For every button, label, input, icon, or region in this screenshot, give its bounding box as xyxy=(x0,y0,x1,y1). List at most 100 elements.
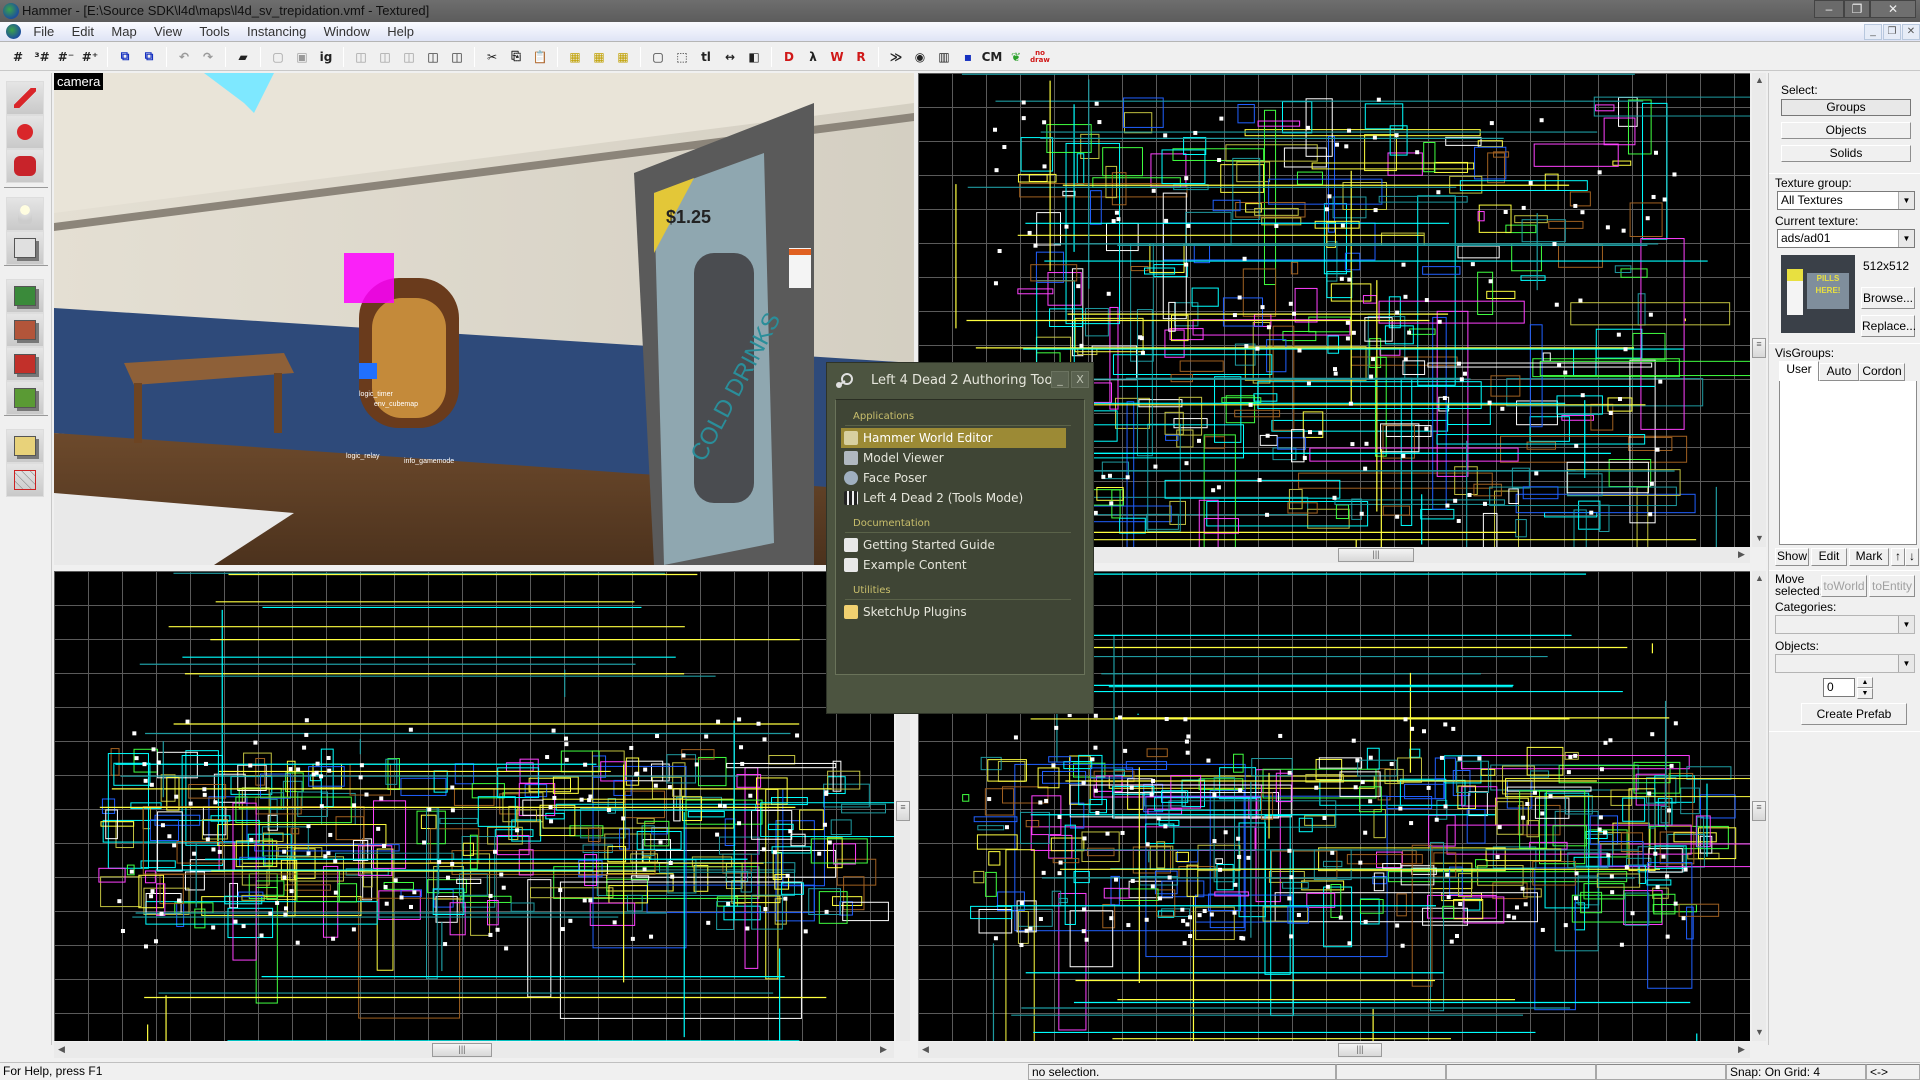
menu-help[interactable]: Help xyxy=(380,22,421,41)
redo-button[interactable]: ↷ xyxy=(197,46,219,68)
front-viewport-horizontal-scrollbar[interactable]: ◀ ||| ▶ xyxy=(54,1042,894,1058)
scroll-right-arrow[interactable]: ▶ xyxy=(1738,1044,1745,1055)
close-button[interactable]: ✕ xyxy=(1870,0,1916,18)
scroll-left-arrow[interactable]: ◀ xyxy=(922,1044,929,1055)
copy-button[interactable]: ⎘ xyxy=(505,46,527,68)
spin-up-button[interactable]: ▲ xyxy=(1857,677,1873,688)
scroll-right-arrow[interactable]: ▶ xyxy=(1738,549,1745,560)
ignore-groups-button[interactable]: ig xyxy=(315,46,337,68)
menu-map[interactable]: Map xyxy=(104,22,143,41)
visgroup-list[interactable] xyxy=(1779,381,1917,545)
scroll-thumb[interactable]: ≡ xyxy=(1752,801,1766,821)
apply-texture-tool-button[interactable] xyxy=(6,313,44,347)
menu-window[interactable]: Window xyxy=(317,22,377,41)
chevron-down-icon[interactable]: ▼ xyxy=(1898,230,1914,247)
tab-auto[interactable]: Auto xyxy=(1819,363,1859,381)
texture-preview[interactable]: PILLS HERE! xyxy=(1781,255,1855,333)
magnify-tool-button[interactable] xyxy=(6,115,44,149)
quick-hide-unselected-button[interactable]: ◫ xyxy=(374,46,396,68)
objects-dropdown[interactable]: ▼ xyxy=(1775,654,1915,673)
tab-user[interactable]: User xyxy=(1779,361,1819,381)
visgroup-show-button[interactable]: Show xyxy=(1775,548,1809,566)
scroll-thumb[interactable]: ≡ xyxy=(1752,338,1766,358)
grid-larger-button[interactable]: #⁺ xyxy=(79,46,101,68)
current-texture-dropdown[interactable]: ads/ad01 ▼ xyxy=(1777,229,1915,248)
scroll-up-arrow[interactable]: ▲ xyxy=(1755,573,1764,583)
cubemap-button[interactable]: ▥ xyxy=(933,46,955,68)
launcher-item[interactable]: Model Viewer xyxy=(841,448,1066,468)
move-down-button[interactable]: ↓ xyxy=(1905,548,1919,566)
show-ropes-button[interactable]: R xyxy=(850,46,872,68)
chevron-down-icon[interactable]: ▼ xyxy=(1898,655,1914,672)
menu-view[interactable]: View xyxy=(147,22,189,41)
select-solids-button[interactable]: Solids xyxy=(1781,145,1911,162)
texture-group-dropdown[interactable]: All Textures ▼ xyxy=(1777,191,1915,210)
hide-selected-button[interactable]: ▢ xyxy=(267,46,289,68)
nodraw-button[interactable]: no draw xyxy=(1029,46,1051,68)
carve-button[interactable]: ▰ xyxy=(232,46,254,68)
scroll-thumb[interactable]: ||| xyxy=(432,1043,492,1057)
sound-button[interactable]: ◉ xyxy=(909,46,931,68)
viewport-label-camera[interactable]: camera xyxy=(54,73,104,90)
tab-cordon[interactable]: Cordon xyxy=(1859,363,1905,381)
flip-button[interactable]: ↔ xyxy=(719,46,741,68)
paste-button[interactable]: 📋 xyxy=(529,46,551,68)
move-up-button[interactable]: ↑ xyxy=(1891,548,1905,566)
to-world-button[interactable]: toWorld xyxy=(1821,575,1867,597)
scroll-left-arrow[interactable]: ◀ xyxy=(58,1044,65,1055)
vertex-tool-button[interactable] xyxy=(6,463,44,497)
scroll-down-arrow[interactable]: ▼ xyxy=(1755,533,1764,543)
maximize-button[interactable]: ❐ xyxy=(1844,0,1870,18)
cut-button[interactable]: ✂ xyxy=(481,46,503,68)
front-2d-viewport[interactable] xyxy=(54,571,894,1041)
entity-tool-button[interactable] xyxy=(6,197,44,231)
select-objects-button[interactable]: Objects xyxy=(1781,122,1911,139)
mirror-button[interactable]: ◧ xyxy=(743,46,765,68)
launcher-item[interactable]: Example Content xyxy=(841,555,1066,575)
mdi-minimize-button[interactable]: _ xyxy=(1864,24,1882,40)
scroll-thumb[interactable]: ||| xyxy=(1338,1043,1382,1057)
selection-box-button[interactable]: ▢ xyxy=(647,46,669,68)
selection-tool-button[interactable] xyxy=(6,81,44,115)
menu-tools[interactable]: Tools xyxy=(192,22,236,41)
grid-toggle-button[interactable]: # xyxy=(7,46,29,68)
decal-tool-button[interactable] xyxy=(6,347,44,381)
replace-button[interactable]: Replace... xyxy=(1861,315,1916,337)
unhide-button[interactable]: ◫ xyxy=(398,46,420,68)
block-tool-button[interactable] xyxy=(6,231,44,265)
selection-handles-button[interactable]: ⬚ xyxy=(671,46,693,68)
select-groups-button[interactable]: Groups xyxy=(1781,99,1911,116)
overlay-tool-button[interactable] xyxy=(6,381,44,415)
chevron-down-icon[interactable]: ▼ xyxy=(1898,192,1914,209)
prefab-count-input[interactable]: 0 xyxy=(1823,678,1855,697)
launcher-item[interactable]: Hammer World Editor xyxy=(841,428,1066,448)
launcher-item[interactable]: SketchUp Plugins xyxy=(841,602,1066,622)
visgroup-mark-button[interactable]: Mark xyxy=(1849,548,1889,566)
launcher-item[interactable]: Left 4 Dead 2 (Tools Mode) xyxy=(841,488,1066,508)
show-helpers-button[interactable]: λ xyxy=(802,46,824,68)
light-button[interactable]: ▪ xyxy=(957,46,979,68)
texture-scale-lock-button[interactable]: ▦ xyxy=(588,46,610,68)
launcher-item[interactable]: Face Poser xyxy=(841,468,1066,488)
top-viewport-vertical-scrollbar[interactable]: ▲ ≡ ▼ xyxy=(1752,73,1766,547)
create-prefab-button[interactable]: Create Prefab xyxy=(1801,703,1907,725)
cordon-marker-button[interactable]: CM xyxy=(981,46,1003,68)
show-models-button[interactable]: W xyxy=(826,46,848,68)
scroll-up-arrow[interactable]: ▲ xyxy=(1755,75,1764,85)
document-icon[interactable] xyxy=(6,24,21,39)
hide-unselected-button[interactable]: ▣ xyxy=(291,46,313,68)
dialog-minimize-button[interactable]: _ xyxy=(1051,371,1069,388)
texture-tool-button[interactable]: tl xyxy=(695,46,717,68)
foliage-button[interactable]: ❦ xyxy=(1005,46,1027,68)
grid-smaller-button[interactable]: #⁻ xyxy=(55,46,77,68)
dialog-close-button[interactable]: X xyxy=(1071,371,1089,388)
side-viewport-vertical-scrollbar[interactable]: ▲ ≡ ▼ xyxy=(1752,571,1766,1041)
group-button[interactable]: ⧉ xyxy=(114,46,136,68)
visgroup-button[interactable]: ◫ xyxy=(422,46,444,68)
menu-file[interactable]: File xyxy=(26,22,61,41)
side-viewport-horizontal-scrollbar[interactable]: ◀ ||| ▶ xyxy=(918,1042,1750,1058)
scroll-thumb[interactable]: ||| xyxy=(1338,548,1414,562)
quick-hide-button[interactable]: ◫ xyxy=(350,46,372,68)
camera-viewport[interactable]: $1.25 COLD DRINKS logic_timer env_cubema… xyxy=(54,73,914,565)
scroll-down-arrow[interactable]: ▼ xyxy=(1755,1027,1764,1037)
